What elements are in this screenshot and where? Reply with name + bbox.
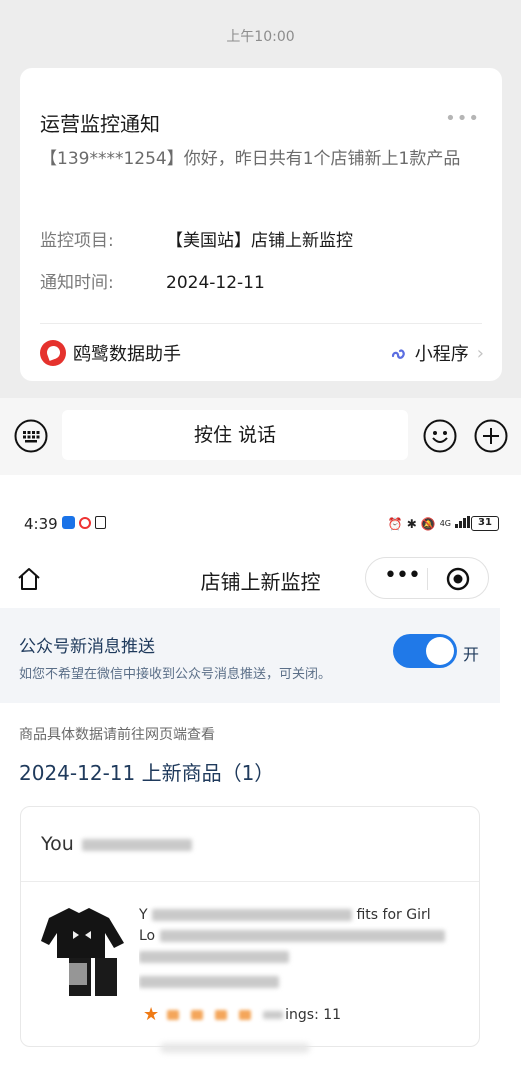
product-title-prefix: Y [139, 907, 148, 923]
shop-name-redacted [81, 838, 192, 851]
product-title-redacted [152, 909, 353, 921]
shop-name-text: You [41, 833, 74, 855]
product-title-line-1: Y fits for Girl [139, 905, 459, 926]
web-hint: 商品具体数据请前往网页端查看 [19, 727, 215, 743]
hold-to-talk-button[interactable]: 按住 说话 [62, 410, 408, 460]
product-divider [21, 881, 479, 882]
rating-redacted [191, 1009, 204, 1020]
plus-icon[interactable] [473, 418, 509, 458]
product-title-line-2: Lo [139, 926, 459, 947]
status-app-icons [62, 516, 106, 529]
next-card-redacted [160, 1043, 310, 1053]
chat-timestamp: 上午10:00 [226, 29, 295, 45]
push-setting-panel: 公众号新消息推送 如您不希望在微信中接收到公众号消息推送，可关闭。 开 [0, 608, 500, 703]
nfc-icon [95, 516, 106, 529]
nav-bar: 店铺上新监控 ••• [0, 555, 521, 603]
toggle-label: 开 [463, 645, 480, 664]
ratings-label-redacted [263, 1010, 284, 1019]
status-time: 4:39 [24, 515, 58, 533]
close-miniprogram-icon[interactable] [446, 567, 470, 595]
ratings-count: ings: 11 [285, 1006, 342, 1023]
app-badge-icon [62, 516, 75, 529]
shop-name: You [41, 833, 192, 855]
monitor-item-value: 【美国站】店铺上新监控 [166, 231, 353, 251]
product-title-line2-prefix: Lo [139, 928, 156, 944]
brand-logo-icon [40, 340, 66, 366]
notify-time-value: 2024-12-11 [166, 273, 265, 293]
push-toggle[interactable] [393, 634, 457, 668]
chevron-right-icon: › [476, 342, 484, 364]
more-icon[interactable]: ••• [384, 565, 421, 587]
chat-screen: 上午10:00 运营监控通知 ••• 【139****1254】你好，昨日共有1… [0, 0, 521, 475]
brand-name: 鸥鹭数据助手 [73, 344, 181, 365]
notification-card[interactable]: 运营监控通知 ••• 【139****1254】你好，昨日共有1个店铺新上1款产… [20, 68, 502, 381]
mini-program-label: 小程序 [414, 344, 469, 365]
signal-icon [455, 516, 471, 531]
mini-program-link[interactable]: 小程序 › [389, 340, 484, 366]
more-icon[interactable]: ••• [445, 108, 480, 129]
notify-time-label: 通知时间: [40, 273, 114, 293]
push-description: 如您不希望在微信中接收到公众号消息推送，可关闭。 [19, 667, 332, 682]
product-card[interactable]: You Y fits for Girl Lo ★ ings: 11 [20, 806, 480, 1047]
chat-input-bar: 按住 说话 [0, 398, 521, 475]
product-title: Y fits for Girl Lo [139, 905, 459, 993]
product-rating: ★ ings: 11 [143, 1004, 341, 1025]
product-title-line2-redacted [159, 930, 445, 942]
toggle-knob [426, 637, 454, 665]
network-type: 4G [439, 519, 451, 528]
keyboard-icon[interactable] [13, 418, 49, 458]
monitor-item-label: 监控项目: [40, 231, 114, 251]
mute-icon: 🔕 [420, 516, 436, 531]
notify-time-row: 通知时间: 2024-12-11 [40, 268, 265, 293]
product-meta-line [139, 972, 459, 993]
section-title: 2024-12-11 上新商品（1） [19, 761, 275, 785]
product-title-line-3 [139, 947, 459, 968]
push-title: 公众号新消息推送 [19, 637, 155, 657]
emoji-icon[interactable] [422, 418, 458, 458]
product-thumbnail[interactable] [39, 903, 129, 1007]
product-meta-redacted [139, 976, 279, 988]
capsule-divider [427, 568, 428, 590]
card-title: 运营监控通知 [40, 112, 160, 136]
rating-redacted [215, 1009, 228, 1020]
star-icon: ★ [143, 1004, 160, 1025]
status-system-icons: ⏰ ✱ 🔕 4G [388, 516, 471, 531]
rating-redacted [239, 1009, 252, 1020]
app-alert-icon [79, 516, 91, 529]
product-title-suffix: fits for Girl [356, 907, 431, 923]
card-footer[interactable]: 鸥鹭数据助手 小程序 › [40, 338, 484, 368]
card-divider [40, 323, 482, 324]
monitor-item-row: 监控项目: 【美国站】店铺上新监控 [40, 226, 353, 251]
battery-icon: 31 [471, 516, 499, 531]
bluetooth-icon: ✱ [406, 516, 417, 531]
mini-program-screen: 4:39 ⏰ ✱ 🔕 4G 31 店铺上新监控 ••• 公众号新消息推送 如您不… [0, 475, 521, 1070]
mini-program-icon [389, 343, 409, 363]
alarm-icon: ⏰ [387, 516, 403, 531]
product-title-line3-redacted [139, 951, 289, 963]
capsule-menu: ••• [365, 557, 489, 599]
card-description: 【139****1254】你好，昨日共有1个店铺新上1款产品 [40, 149, 461, 169]
rating-redacted [167, 1009, 180, 1020]
